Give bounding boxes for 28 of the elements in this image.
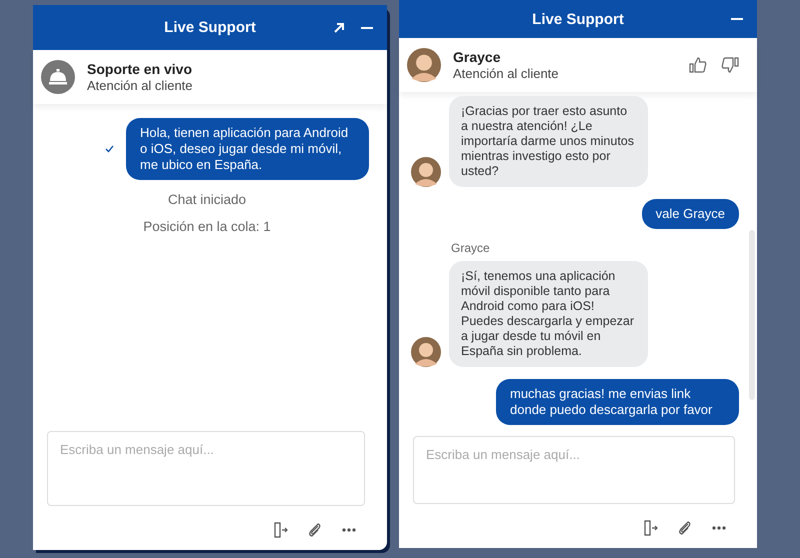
arrow-icon — [333, 22, 345, 34]
avatar-icon — [411, 337, 441, 367]
window-title: Live Support — [532, 10, 624, 28]
thumbs-up-button[interactable] — [689, 56, 707, 74]
avatar-icon — [407, 48, 441, 82]
message-bubble: ¡Sí, tenemos una aplicación móvil disponible tanto para Android como para iOS! Puedes descargarla y empezar a jugar desde tu móvil en España sin problema. — [449, 261, 648, 367]
attach-button[interactable] — [677, 520, 693, 536]
status-text: Posición en la cola: 1 — [143, 219, 271, 234]
agent-name: Soporte en vivo — [87, 61, 194, 77]
window-title: Live Support — [164, 19, 256, 36]
thumbs-down-button[interactable] — [721, 56, 739, 74]
status-text: Chat iniciado — [168, 192, 246, 207]
popout-button[interactable] — [333, 22, 345, 34]
message-bubble: Hola, tienen aplicación para Android o iOS, deseo jugar desde mi móvil, me ubico en España. — [126, 118, 369, 180]
message-bubble: ¡Gracias por traer esto asunto a nuestra atención! ¿Le importaría darme unos minutos mientras investigo esto por usted? — [449, 96, 648, 187]
exit-button[interactable] — [643, 520, 659, 536]
agent-role: Atención al cliente — [453, 66, 560, 81]
bell-icon — [41, 60, 75, 94]
avatar-icon — [411, 157, 441, 187]
message-bubble: vale Grayce — [642, 199, 739, 229]
sender-name: Grayce — [451, 241, 491, 255]
exit-button[interactable] — [273, 522, 289, 538]
message-input[interactable]: Escriba un mensaje aquí... — [413, 436, 735, 504]
message-bubble: muchas gracias! me envias link donde puedo descargarla por favor — [496, 379, 739, 425]
message-input[interactable]: Escriba un mensaje aquí... — [47, 431, 365, 506]
attach-button[interactable] — [307, 522, 323, 538]
agent-role: Atención al cliente — [87, 78, 194, 93]
agent-name: Grayce — [453, 49, 502, 65]
